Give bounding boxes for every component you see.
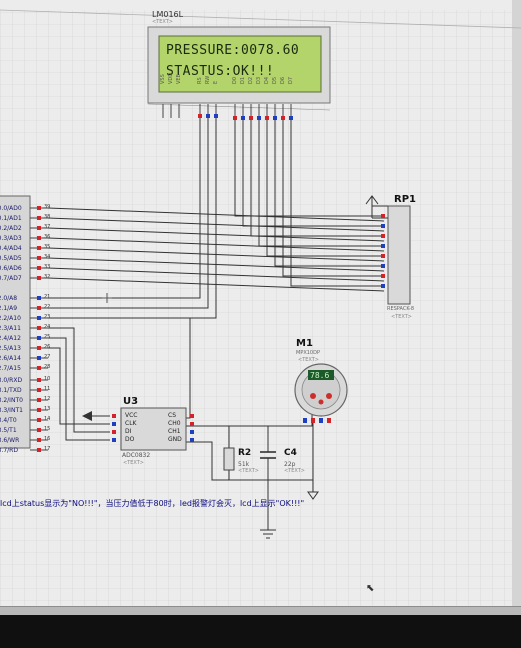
lcd-pin-label: D3 [256, 76, 262, 84]
mcu-pin-label: P0.2/AD2 [0, 225, 22, 232]
mcu-pin-number: 22 [44, 304, 51, 310]
mcu-pin-number: 35 [44, 244, 51, 250]
design-note: lcd上status显示为"NO!!!"，当压力值低于80时，led报警灯会灭，… [0, 499, 305, 508]
sensor-readout: 78.6 [310, 371, 330, 380]
mcu-pin-label: P0.0/AD0 [0, 205, 22, 212]
lcd-pin-label: VSS [160, 74, 166, 84]
mcu-pin-number: 34 [44, 254, 51, 260]
mcu-pin-label: P2.3/A11 [0, 325, 21, 332]
mcu-pin-number: 37 [44, 224, 51, 230]
lcd-pin-label: D0 [232, 76, 238, 84]
c4-text-tag: <TEXT> [284, 468, 305, 474]
mcu-pin-label: P2.2/A10 [0, 315, 21, 322]
adc-pin-label: CLK [125, 420, 137, 427]
lcd-pin-label: D7 [288, 76, 294, 84]
mouse-pointer-icon: ⬉ [366, 583, 375, 594]
r2-value: 51k [238, 461, 250, 468]
rp1-part: RESPACK-8 [387, 306, 415, 312]
adc-pin-label: VCC [125, 412, 138, 419]
lcd-text-tag: <TEXT> [152, 19, 173, 25]
mcu-pin-number: 16 [44, 436, 51, 442]
m1-part: MPX10DP [296, 350, 320, 356]
mcu-pin-number: 17 [44, 446, 51, 452]
m1-text-tag: <TEXT> [298, 357, 319, 363]
mcu-pin-label: P2.0/A8 [0, 295, 18, 302]
mcu-pin-number: 27 [44, 354, 51, 360]
mcu-pin-number: 24 [44, 324, 51, 330]
mcu-pin-number: 21 [44, 294, 51, 300]
mcu-pin-number: 36 [44, 234, 51, 240]
mcu-pin-label: P2.4/A12 [0, 335, 21, 342]
mcu-pin-number: 38 [44, 214, 51, 220]
mcu-pin-label: P3.2/INT0 [0, 397, 23, 404]
lcd-pin-label: D6 [280, 76, 286, 84]
mcu-pin-label: P0.7/AD7 [0, 275, 22, 282]
schematic-canvas[interactable]: LM016L <TEXT> PRESSURE:0078.60 STASTUS:O… [0, 0, 521, 615]
monitor-bezel [0, 615, 521, 648]
mcu-pin-label: P0.3/AD3 [0, 235, 22, 242]
mcu-pin-number: 10 [44, 376, 51, 382]
mcu-pin-label: P3.7/RD [0, 447, 18, 454]
mcu-pin-label: P3.5/T1 [0, 427, 17, 434]
mcu-pin-label: P0.6/AD6 [0, 265, 22, 272]
lcd-pin-label: VDD [168, 72, 174, 84]
rp1-text-tag: <TEXT> [391, 314, 412, 320]
lcd-pin-label: D5 [272, 76, 278, 84]
mcu-pin-number: 23 [44, 314, 51, 320]
mcu-pin-number: 26 [44, 344, 51, 350]
rp1-name: RP1 [394, 194, 416, 205]
r2-resistor[interactable] [223, 447, 235, 471]
mcu-pin-label: P3.0/RXD [0, 377, 23, 384]
lcd-pin-label: D2 [248, 76, 254, 84]
adc-pin-label: DI [125, 428, 132, 435]
lcd-part-name: LM016L [152, 10, 184, 19]
mcu-pin-label: P3.6/WR [0, 437, 20, 444]
mcu-pin-label: P2.5/A13 [0, 345, 21, 352]
mcu-pin-label: P3.4/T0 [0, 417, 17, 424]
mcu-pin-number: 15 [44, 426, 51, 432]
u3-name: U3 [123, 396, 139, 407]
mcu-pin-number: 39 [44, 204, 51, 210]
adc-pin-label: CH1 [168, 428, 181, 435]
mcu-pin-number: 32 [44, 274, 51, 280]
lcd-pin-label: D4 [264, 76, 270, 84]
mcu-pin-label: P0.1/AD1 [0, 215, 22, 222]
c4-name: C4 [284, 448, 297, 458]
lcd-line-1: PRESSURE:0078.60 [166, 43, 300, 58]
lcd-pin-label: RS [197, 77, 203, 84]
r2-text-tag: <TEXT> [238, 468, 259, 474]
adc-pin-label: GND [168, 436, 182, 443]
mcu-pin-number: 11 [44, 386, 51, 392]
mcu-pin-label: P0.5/AD5 [0, 255, 22, 262]
adc-pin-label: CS [168, 412, 176, 419]
u3-text-tag: <TEXT> [123, 460, 144, 466]
mcu-pin-label: P3.3/INT1 [0, 407, 23, 414]
mcu-pin-number: 25 [44, 334, 51, 340]
r2-name: R2 [238, 448, 252, 458]
c4-value: 22p [284, 461, 296, 468]
mcu-pin-number: 12 [44, 396, 51, 402]
mcu-pin-number: 33 [44, 264, 51, 270]
mcu-pin-label: P2.1/A9 [0, 305, 18, 312]
mcu-pin-number: 13 [44, 406, 51, 412]
mcu-pin-number: 28 [44, 364, 51, 370]
adc-pin-label: CH0 [168, 420, 181, 427]
mcu-pin-label: P2.7/A15 [0, 365, 21, 372]
mcu-pin-label: P2.6/A14 [0, 355, 21, 362]
lcd-pin-label: E [213, 80, 219, 84]
lcd-pin-label: D1 [240, 76, 246, 84]
adc-pin-label: DO [125, 436, 135, 443]
m1-name: M1 [296, 338, 313, 349]
lcd-pin-label: RW [205, 75, 211, 84]
mcu-pin-label: P0.4/AD4 [0, 245, 22, 252]
lcd-pin-label: VEE [176, 74, 182, 84]
mcu-pin-number: 14 [44, 416, 51, 422]
mcu-pin-label: P3.1/TXD [0, 387, 22, 394]
u3-part: ADC0832 [122, 452, 151, 459]
